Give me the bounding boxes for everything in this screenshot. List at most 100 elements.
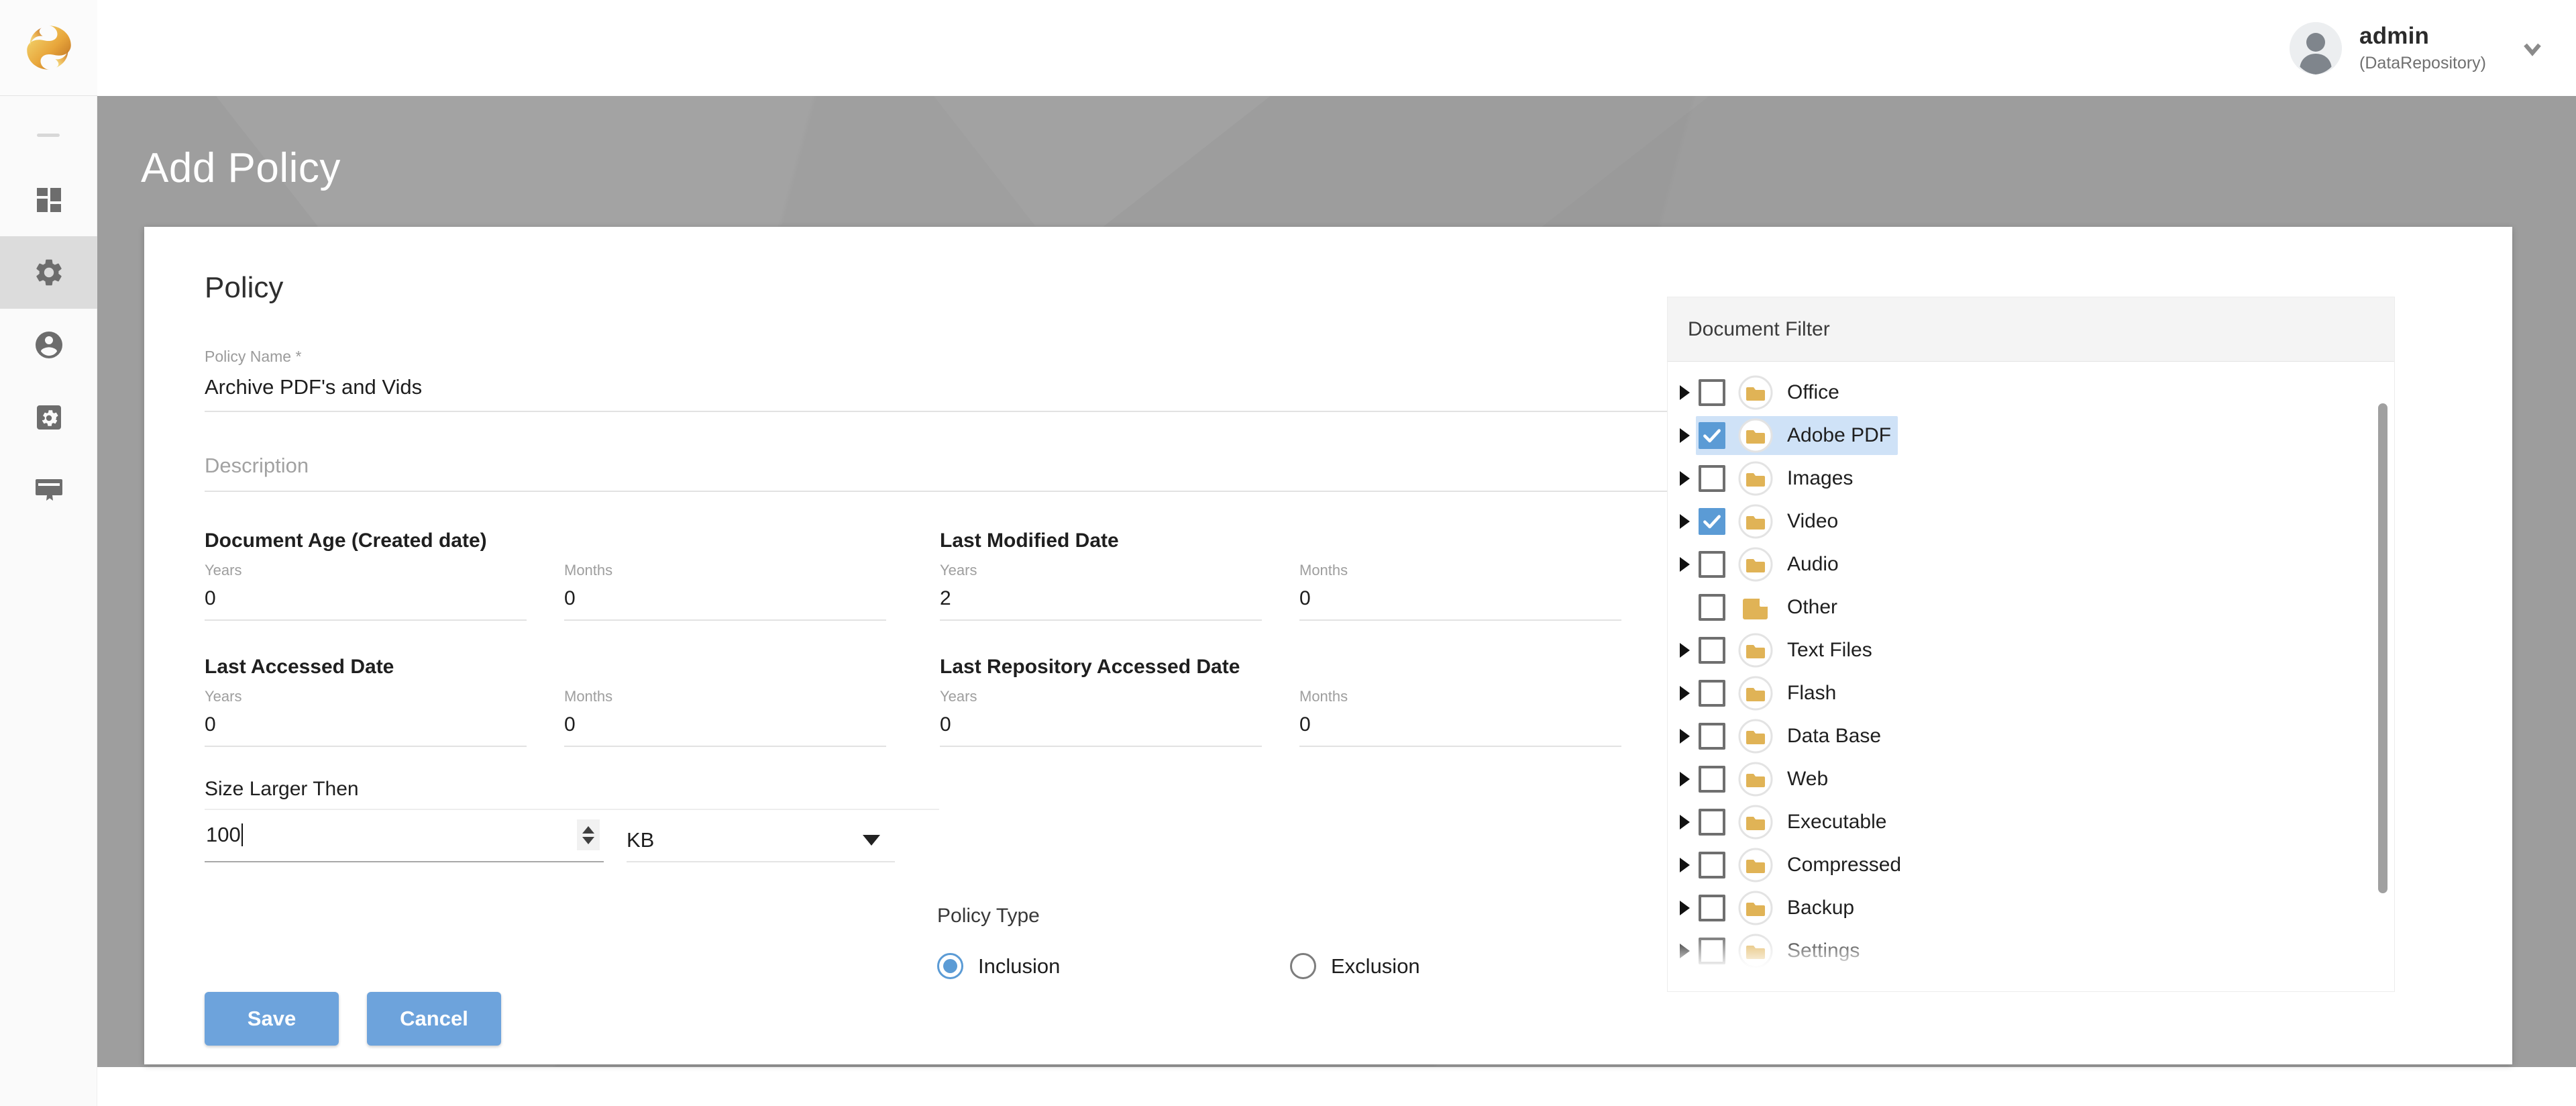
save-button[interactable]: Save [205,992,339,1046]
tree-row-content[interactable]: Images [1696,459,1860,498]
checkbox-adobe-pdf[interactable] [1699,422,1725,449]
cancel-button[interactable]: Cancel [367,992,501,1046]
last-accessed-years-field[interactable]: Years 0 [205,689,527,747]
checkbox-images[interactable] [1699,465,1725,492]
tree-row-compressed[interactable]: Compressed [1668,844,2394,887]
checkbox-office[interactable] [1699,379,1725,406]
sidebar-item-dashboard[interactable] [0,164,97,236]
expand-arrow-icon[interactable] [1673,557,1696,572]
sidebar-item-account[interactable] [0,309,97,381]
last-modified-years-field[interactable]: Years 2 [940,563,1262,621]
size-unit-select[interactable]: KB [627,830,895,862]
tree-row-content[interactable]: Video [1696,502,1845,541]
checkbox-text-files[interactable] [1699,637,1725,664]
tree-row-adobe-pdf[interactable]: Adobe PDF [1668,414,2394,457]
last-accessed-years-input[interactable]: 0 [205,715,527,747]
expand-arrow-icon[interactable] [1673,901,1696,915]
tree-row-images[interactable]: Images [1668,457,2394,500]
user-menu[interactable]: admin (DataRepository) [2290,22,2546,74]
checkbox-audio[interactable] [1699,551,1725,578]
vertical-scrollbar[interactable] [2378,403,2387,893]
stepper-up-icon[interactable] [582,826,594,834]
size-number-input[interactable]: 100 [205,823,243,846]
tree-row-other[interactable]: Other [1668,586,2394,629]
checkbox-backup[interactable] [1699,895,1725,921]
tree-row-content[interactable]: Web [1696,760,1835,799]
tree-row-content[interactable]: Office [1696,373,1846,412]
expand-arrow-icon[interactable] [1673,729,1696,744]
tree-row-executable[interactable]: Executable [1668,801,2394,844]
checkbox-partial[interactable] [1699,978,1725,991]
tree-row-video[interactable]: Video [1668,500,2394,543]
expand-arrow-icon[interactable] [1673,772,1696,787]
checkbox-data-base[interactable] [1699,723,1725,750]
last-repo-accessed-years-field[interactable]: Years 0 [940,689,1262,747]
document-age-years-input[interactable]: 0 [205,589,527,621]
last-modified-years-input[interactable]: 2 [940,589,1262,621]
expand-arrow-icon[interactable] [1673,944,1696,958]
last-modified-months-field[interactable]: Months 0 [1299,563,1621,621]
last-accessed-months-field[interactable]: Months 0 [564,689,886,747]
stepper-down-icon[interactable] [582,837,594,844]
size-number-field[interactable]: 100 [205,819,604,862]
tree-row-content[interactable]: Executable [1696,803,1893,842]
chevron-down-icon[interactable] [2518,34,2546,62]
expand-arrow-icon[interactable] [1673,643,1696,658]
caret-right-icon [1680,858,1690,872]
expand-arrow-icon[interactable] [1673,385,1696,400]
checkbox-other[interactable] [1699,594,1725,621]
tree-row-text-files[interactable]: Text Files [1668,629,2394,672]
tree-row-content[interactable]: Other [1696,588,1844,627]
tree-row-content[interactable]: Backup [1696,889,1861,927]
tree-row-content[interactable] [1696,972,1783,991]
expand-arrow-icon[interactable] [1673,686,1696,701]
description-input[interactable]: Description [205,455,1670,492]
sidebar-item-monitor[interactable] [0,454,97,526]
expand-arrow-icon[interactable] [1673,858,1696,872]
expand-arrow-icon[interactable] [1673,428,1696,443]
last-repo-accessed-months-input[interactable]: 0 [1299,715,1621,747]
sidebar-item-settings[interactable] [0,236,97,309]
tree-row-content[interactable]: Data Base [1696,717,1888,756]
tree-row-content[interactable]: Flash [1696,674,1843,713]
last-modified-months-input[interactable]: 0 [1299,589,1621,621]
checkbox-video[interactable] [1699,508,1725,535]
tree-row-flash[interactable]: Flash [1668,672,2394,715]
last-accessed-months-input[interactable]: 0 [564,715,886,747]
checkbox-executable[interactable] [1699,809,1725,836]
document-filter-scroll-area[interactable]: Office Adobe PDF Images Video Audio Other Text… [1668,362,2394,991]
tree-row-content[interactable]: Compressed [1696,846,1908,885]
checkbox-web[interactable] [1699,766,1725,793]
expand-arrow-icon[interactable] [1673,471,1696,486]
expand-arrow-icon[interactable] [1673,514,1696,529]
tree-row-web[interactable]: Web [1668,758,2394,801]
tree-row-partial[interactable] [1668,972,2394,991]
policy-name-field[interactable]: Policy Name * Archive PDF's and Vids [205,349,1670,412]
expand-arrow-icon[interactable] [1673,815,1696,830]
size-number-stepper[interactable] [577,819,600,850]
tree-row-audio[interactable]: Audio [1668,543,2394,586]
app-logo[interactable] [0,0,97,96]
document-age-months-input[interactable]: 0 [564,589,886,621]
radio-exclusion[interactable]: Exclusion [1290,953,1420,979]
tree-row-content[interactable]: Adobe PDF [1696,416,1898,455]
last-repo-accessed-months-field[interactable]: Months 0 [1299,689,1621,747]
tree-row-content[interactable]: Audio [1696,545,1845,584]
tree-row-settings[interactable]: Settings [1668,929,2394,972]
document-age-years-field[interactable]: Years 0 [205,563,527,621]
radio-inclusion[interactable]: Inclusion [937,953,1290,979]
checkbox-flash[interactable] [1699,680,1725,707]
tree-row-backup[interactable]: Backup [1668,887,2394,929]
description-field[interactable]: Description [205,455,1670,492]
months-label: Months [564,563,886,578]
document-age-months-field[interactable]: Months 0 [564,563,886,621]
checkbox-settings[interactable] [1699,938,1725,964]
tree-row-content[interactable]: Text Files [1696,631,1879,670]
last-repo-accessed-years-input[interactable]: 0 [940,715,1262,747]
tree-row-data-base[interactable]: Data Base [1668,715,2394,758]
tree-row-content[interactable]: Settings [1696,932,1866,970]
tree-row-office[interactable]: Office [1668,371,2394,414]
checkbox-compressed[interactable] [1699,852,1725,878]
policy-name-input[interactable]: Archive PDF's and Vids [205,376,1670,412]
sidebar-item-configuration[interactable] [0,381,97,454]
